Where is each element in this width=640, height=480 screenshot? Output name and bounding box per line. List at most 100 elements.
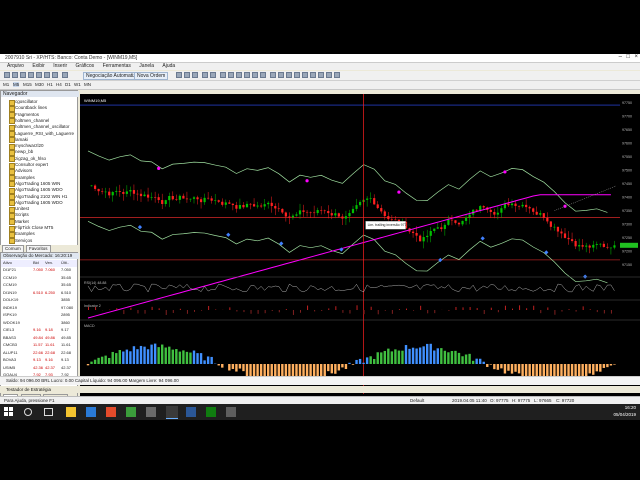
chart-window[interactable]: Lim. trailing inversão 97795 97750 97700 97… — [80, 94, 640, 406]
profiles-icon[interactable] — [12, 72, 18, 78]
market-watch-row[interactable]: WDOK19 3860 — [1, 320, 77, 327]
taskbar-clock[interactable]: 16:20 — [625, 405, 636, 410]
timeframe-m15[interactable]: M15 — [23, 82, 32, 87]
navigator-item[interactable]: FlipTick Close MT5 — [15, 225, 53, 230]
store-icon[interactable] — [86, 407, 96, 417]
navigator-item[interactable]: Consultor expert — [15, 162, 48, 167]
timeframe-mn[interactable]: MN — [84, 82, 91, 87]
menu-item-insert[interactable]: Inserir — [53, 63, 67, 70]
navigator-item[interactable]: Advisors — [15, 168, 32, 173]
app-icon-2[interactable] — [146, 407, 156, 417]
market-watch-row[interactable]: INDK19 97.080 — [1, 305, 77, 312]
market-watch-row[interactable]: BOVA3 9.13 9.16 9.13 — [1, 357, 77, 364]
column-header-bid[interactable]: Bid — [33, 260, 39, 267]
timeframe-h4[interactable]: H4 — [56, 82, 62, 87]
navigator-item[interactable]: Examples — [15, 231, 35, 236]
indicators-icon[interactable] — [244, 72, 250, 78]
market-watch-row[interactable]: ALUP11 22.66 22.68 22.68 — [1, 350, 77, 357]
navigator-item[interactable]: Countback lines — [15, 105, 47, 110]
price-chart[interactable]: Lim. trailing inversão 97795 97750 97700 97… — [80, 94, 640, 406]
minimize-icon[interactable]: – — [619, 54, 622, 60]
column-header-symbol[interactable]: Ativo — [3, 260, 12, 267]
chart-bars-icon[interactable] — [176, 72, 182, 78]
menu-item-tools[interactable]: Ferramentas — [103, 63, 131, 70]
app-icon-4[interactable] — [206, 407, 216, 417]
horizontal-line-icon[interactable] — [286, 72, 292, 78]
navigator-item[interactable]: Laguerre_RSI_with_Laguerre — [15, 131, 74, 136]
navigator-item[interactable]: AlgoTrading 1605 WDO — [15, 187, 63, 192]
tester-label[interactable]: Testador de Estratégia — [6, 387, 51, 392]
menu-item-charts[interactable]: Gráficos — [76, 63, 95, 70]
market-watch-row[interactable]: CMCB3 11.57 11.61 11.61 — [1, 342, 77, 349]
app-icon-1[interactable] — [126, 407, 136, 417]
navigator-item[interactable]: lamaki — [15, 137, 28, 142]
column-header-last[interactable]: Últi.. — [61, 260, 69, 267]
navigator-item[interactable]: Examples — [15, 175, 35, 180]
file-explorer-icon[interactable] — [66, 407, 76, 417]
tester-icon[interactable] — [52, 72, 58, 78]
menu-item-file[interactable]: Arquivo — [7, 63, 24, 70]
zoom-in-icon[interactable] — [202, 72, 208, 78]
market-watch-row[interactable]: CCM19 35.65 — [1, 275, 77, 282]
menu-item-view[interactable]: Exibir — [32, 63, 45, 70]
vertical-line-icon[interactable] — [278, 72, 284, 78]
timeframe-m5[interactable]: M5 — [13, 82, 20, 87]
zoom-out-icon[interactable] — [210, 72, 216, 78]
periods-icon[interactable] — [252, 72, 258, 78]
navigator-item[interactable]: holtmen_channel — [15, 118, 49, 123]
app-icon-3[interactable] — [186, 407, 196, 417]
timeframe-h1[interactable]: H1 — [47, 82, 53, 87]
chart-line-icon[interactable] — [192, 72, 198, 78]
toolbox-icon[interactable] — [44, 72, 50, 78]
navigator-item[interactable]: Scripts — [15, 212, 29, 217]
autoscroll-icon[interactable] — [228, 72, 234, 78]
market-watch-icon[interactable] — [20, 72, 26, 78]
navigator-item[interactable]: zigzag_ok_hlso — [15, 156, 46, 161]
text-icon[interactable] — [318, 72, 324, 78]
navigator-item[interactable]: Unitest — [15, 206, 29, 211]
navigator-item[interactable]: myschwarzl20 — [15, 143, 44, 148]
navigator-item[interactable]: AlgoTrading 1605 WIN — [15, 181, 60, 186]
menu-item-window[interactable]: Janela — [139, 63, 154, 70]
navigator-item[interactable]: AlgoTrading 1605 WDO — [15, 200, 63, 205]
maximize-icon[interactable]: □ — [626, 54, 630, 60]
market-watch-row[interactable]: DI1N19 6.510 6.250 6.510 — [1, 290, 77, 297]
navigator-item[interactable]: AlgoTrading 2102 WIN H1 — [15, 194, 67, 199]
navigator-item[interactable]: Market — [15, 219, 29, 224]
windows-start-icon[interactable] — [4, 407, 13, 416]
navigator-item[interactable]: Serviços — [15, 238, 32, 243]
taskbar-date[interactable]: 05/04/2019 — [613, 412, 636, 417]
navigator-item[interactable]: holtmen_channel_oscillator — [15, 124, 70, 129]
metatrader-taskbar-icon[interactable] — [166, 406, 178, 419]
market-watch-row[interactable]: DI1F21 7.050 7.060 7.050 — [1, 267, 77, 274]
market-watch-row[interactable]: BBAS3 49.84 49.86 49.85 — [1, 335, 77, 342]
task-view-icon[interactable] — [44, 408, 53, 416]
new-chart-icon[interactable] — [4, 72, 10, 78]
data-window-icon[interactable] — [28, 72, 34, 78]
timeframe-m1[interactable]: M1 — [3, 82, 9, 87]
column-header-ask[interactable]: Ven. — [45, 260, 53, 267]
tile-windows-icon[interactable] — [220, 72, 226, 78]
channel-icon[interactable] — [302, 72, 308, 78]
templates-icon[interactable] — [260, 72, 266, 78]
app-icon-5[interactable] — [226, 407, 236, 417]
editor-icon[interactable] — [62, 72, 68, 78]
navigator-item[interactable]: Fragmentos — [15, 112, 39, 117]
close-icon[interactable]: × — [634, 54, 638, 60]
timeframe-w1[interactable]: W1 — [74, 82, 81, 87]
fibonacci-icon[interactable] — [310, 72, 316, 78]
timeframe-m30[interactable]: M30 — [35, 82, 44, 87]
menu-item-help[interactable]: Ajuda — [162, 63, 175, 70]
trendline-icon[interactable] — [294, 72, 300, 78]
navigator-item[interactable]: newp_bb — [15, 149, 33, 154]
timeframe-d1[interactable]: D1 — [65, 82, 71, 87]
arrow-icon[interactable] — [334, 72, 340, 78]
market-watch-row[interactable]: CCM19 35.65 — [1, 282, 77, 289]
market-watch-row[interactable]: CIEL3 9.16 9.18 9.17 — [1, 327, 77, 334]
search-icon[interactable] — [24, 408, 32, 416]
navigator-icon[interactable] — [36, 72, 42, 78]
market-watch-row[interactable]: DOLK19 3855 — [1, 297, 77, 304]
navigator-item[interactable]: cgoscillator — [15, 99, 38, 104]
label-icon[interactable] — [326, 72, 332, 78]
chart-candles-icon[interactable] — [184, 72, 190, 78]
